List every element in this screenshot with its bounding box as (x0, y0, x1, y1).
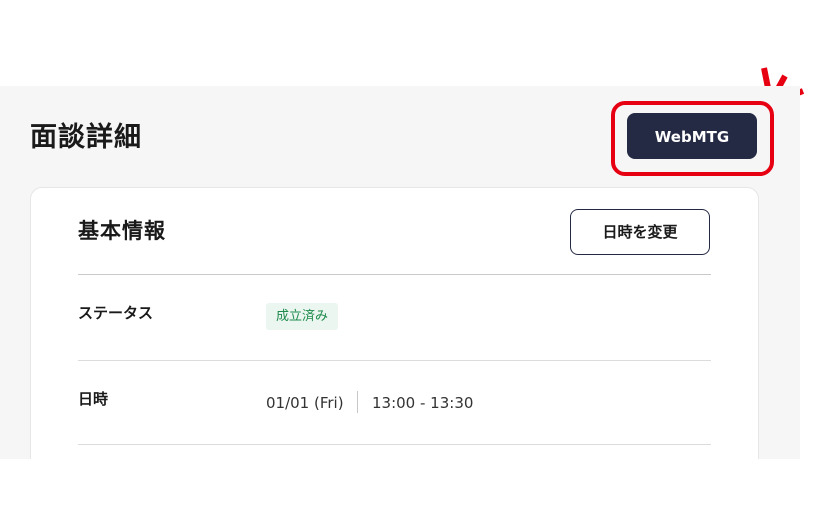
card-header-divider (78, 274, 711, 275)
webmtg-button[interactable]: WebMTG (627, 113, 757, 159)
card-title: 基本情報 (78, 219, 166, 243)
change-datetime-button[interactable]: 日時を変更 (570, 209, 710, 255)
row-divider (78, 444, 711, 445)
page-title: 面談詳細 (30, 122, 142, 153)
row-divider (78, 360, 711, 361)
value-separator (357, 391, 358, 413)
status-badge: 成立済み (266, 303, 339, 330)
time-value: 13:00 - 13:30 (372, 394, 474, 412)
datetime-label: 日時 (78, 390, 109, 408)
date-value: 01/01 (Fri) (266, 394, 344, 412)
detail-panel: 面談詳細 WebMTG 基本情報 日時を変更 ステータス 成立済み 日時 01/… (0, 86, 800, 459)
status-label: ステータス (78, 304, 154, 322)
basic-info-card: 基本情報 日時を変更 ステータス 成立済み 日時 01/01 (Fri) 13:… (30, 187, 759, 459)
